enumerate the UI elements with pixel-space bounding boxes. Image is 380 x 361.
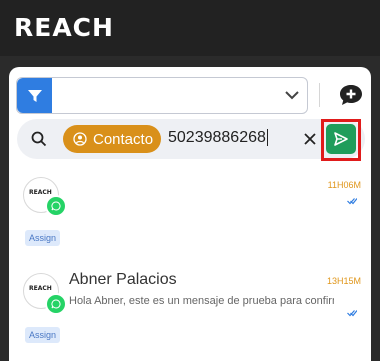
send-icon [334,132,348,146]
search-icon [31,131,47,147]
contact-name: Abner Palacios [69,271,177,288]
filter-icon [27,89,42,102]
message-preview: Hola Abner, este es un mensaje de prueba… [69,295,334,307]
conversation-item[interactable]: REACH 11H06M Assign [9,175,371,267]
double-check-icon [347,310,357,317]
double-check-icon [347,198,357,205]
conversation-item[interactable]: REACH Abner Palacios 13H15M Hola Abner, … [9,267,371,361]
contact-icon [73,132,87,146]
message-time: 13H15M [326,276,361,286]
chip-label: Contacto [93,130,154,148]
avatar-logo-text: REACH [29,285,52,292]
whatsapp-icon [45,195,67,217]
filter-button[interactable] [17,78,52,113]
search-input[interactable]: 50239886268 [168,129,268,147]
top-bar: REACH [0,0,380,56]
close-icon[interactable] [303,132,317,146]
divider [319,83,320,107]
send-button[interactable] [326,124,356,154]
send-button-highlight [321,119,361,161]
chat-add-icon[interactable] [339,84,363,106]
app-logo: REACH [14,13,114,42]
assign-button[interactable]: Assign [25,327,61,343]
search-filter-chip[interactable]: Contacto [63,125,161,153]
chevron-down-icon[interactable] [283,86,301,104]
filter-select[interactable] [16,77,308,114]
message-time: 11H06M [327,180,361,190]
conversation-panel: Contacto 50239886268 REACH 11H06M Assign [9,67,371,361]
whatsapp-icon [45,293,67,315]
assign-button[interactable]: Assign [25,230,61,246]
search-bar[interactable]: Contacto 50239886268 [17,119,365,159]
avatar-logo-text: REACH [29,189,52,196]
search-query: 50239886268 [168,129,266,146]
text-caret [266,129,268,147]
